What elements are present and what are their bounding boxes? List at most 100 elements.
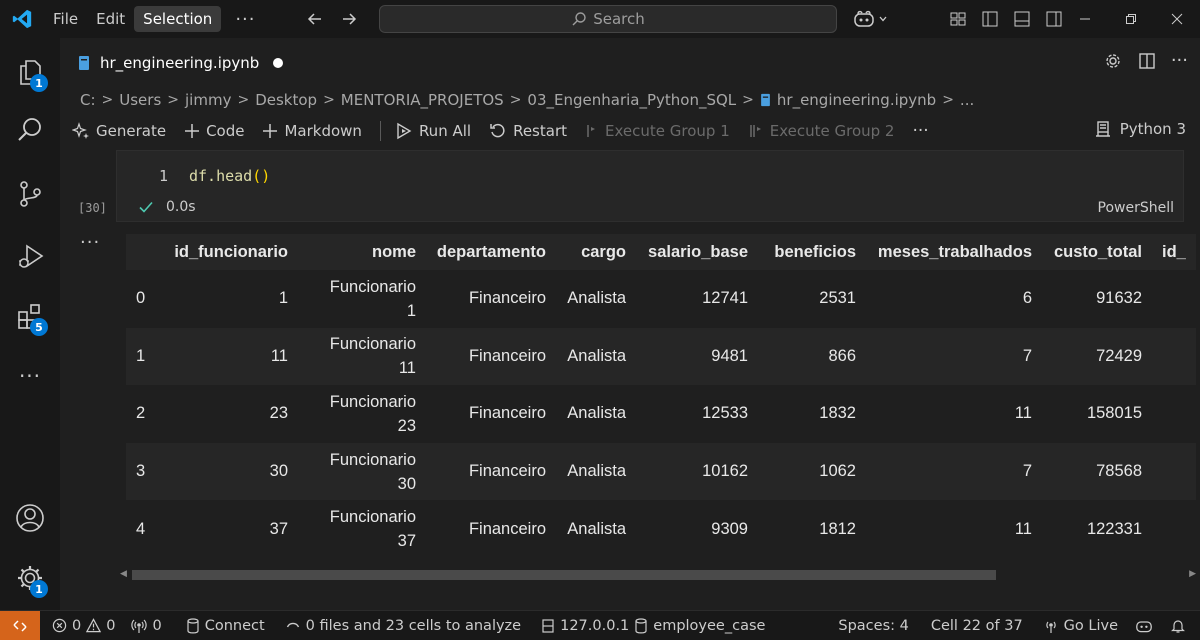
toolbar-more-icon[interactable]: ···: [912, 121, 928, 141]
table-cell: Analista: [556, 500, 636, 558]
more-views-icon[interactable]: ···: [10, 356, 50, 396]
manage-gear-icon[interactable]: 1: [10, 558, 50, 598]
analysis-status[interactable]: 0 files and 23 cells to analyze: [277, 618, 529, 634]
chevron-down-icon[interactable]: [878, 14, 888, 24]
explorer-icon[interactable]: 1: [10, 52, 50, 92]
more-actions-icon[interactable]: ···: [1171, 50, 1188, 71]
indentation-status[interactable]: Spaces: 4: [830, 618, 916, 634]
back-arrow-icon[interactable]: [305, 9, 325, 29]
database-connection-status[interactable]: 127.0.0.1 employee_case: [533, 618, 773, 634]
menu-file[interactable]: File: [44, 6, 87, 32]
forward-arrow-icon[interactable]: [339, 9, 359, 29]
extensions-icon[interactable]: 5: [10, 296, 50, 336]
toggle-secondary-sidebar-icon[interactable]: [1044, 9, 1064, 29]
toggle-primary-sidebar-icon[interactable]: [980, 9, 1000, 29]
cell-language-picker[interactable]: PowerShell: [1098, 200, 1174, 216]
restart-button[interactable]: Restart: [489, 122, 567, 140]
table-cell: Funcionario 37: [298, 500, 426, 558]
table-cell: 2531: [758, 270, 866, 328]
ports-status[interactable]: 0: [123, 618, 169, 634]
minimize-icon[interactable]: [1062, 0, 1108, 38]
command-search-box[interactable]: Search: [379, 5, 837, 33]
breadcrumb: C: > Users > jimmy > Desktop > MENTORIA_…: [80, 88, 974, 112]
add-markdown-cell-button[interactable]: Markdown: [262, 122, 362, 140]
scroll-left-icon[interactable]: ◀: [120, 569, 127, 579]
add-code-cell-button[interactable]: Code: [184, 122, 244, 140]
window-controls: [1062, 0, 1200, 38]
chevron-right-icon: >: [742, 92, 754, 108]
vscode-logo-icon[interactable]: [0, 0, 44, 38]
close-window-icon[interactable]: [1154, 0, 1200, 38]
tab-hr-engineering[interactable]: hr_engineering.ipynb: [60, 38, 290, 88]
table-cell: 23: [156, 385, 298, 443]
database-icon: [187, 617, 199, 633]
crumb-drive[interactable]: C:: [80, 91, 96, 109]
problems-status[interactable]: 0 0: [44, 618, 123, 634]
navigation-arrows: [305, 0, 359, 38]
run-all-label: Run All: [418, 122, 472, 140]
search-view-icon[interactable]: [10, 110, 50, 150]
table-cell: 866: [758, 327, 866, 386]
chevron-right-icon: >: [942, 92, 954, 108]
output-more-icon[interactable]: ···: [80, 232, 100, 253]
connect-status[interactable]: Connect: [178, 618, 273, 634]
plus-icon: [185, 124, 200, 138]
code-line[interactable]: df.head(): [189, 167, 270, 185]
error-count: 0: [72, 617, 82, 634]
table-cell: 11: [156, 327, 298, 386]
menu-edit[interactable]: Edit: [87, 6, 134, 32]
nome-text: Funcionario: [329, 508, 416, 527]
plus-icon: [263, 124, 278, 138]
explorer-badge: 1: [30, 74, 48, 92]
nome-text: Funcionario: [329, 392, 416, 411]
scroll-right-icon[interactable]: ▶: [1189, 569, 1196, 579]
search-icon: [572, 12, 586, 26]
gear-icon[interactable]: [1103, 51, 1123, 71]
output-horizontal-scrollbar[interactable]: ◀ ▶: [120, 568, 1196, 582]
sparkle-icon: [72, 122, 89, 139]
kernel-picker[interactable]: Python 3: [1094, 120, 1186, 138]
nome-text: Funcionario: [329, 450, 416, 469]
nome-text: Funcionario: [329, 277, 416, 296]
markdown-label: Markdown: [284, 122, 362, 140]
table-cell: 1812: [758, 500, 866, 558]
extensions-badge: 5: [30, 318, 48, 336]
source-control-icon[interactable]: [10, 174, 50, 214]
restore-icon[interactable]: [1108, 0, 1154, 38]
check-icon: [139, 201, 153, 213]
notifications-bell-icon[interactable]: [1162, 618, 1194, 634]
accounts-icon[interactable]: [10, 498, 50, 538]
execute-group-1-button[interactable]: Execute Group 1: [585, 122, 730, 140]
editor-tab-row: hr_engineering.ipynb ···: [60, 38, 1200, 88]
split-editor-icon[interactable]: [1137, 51, 1157, 71]
crumb-users[interactable]: Users: [119, 91, 161, 109]
go-live-button[interactable]: Go Live: [1035, 618, 1126, 634]
code-cell-editor[interactable]: 1 df.head(): [116, 150, 1184, 222]
menu-selection[interactable]: Selection: [134, 6, 222, 32]
run-all-button[interactable]: Run All: [395, 122, 471, 140]
toggle-panel-icon[interactable]: [1012, 9, 1032, 29]
crumb-symbols[interactable]: ...: [960, 91, 974, 109]
run-debug-icon[interactable]: [10, 236, 50, 276]
cell-position-status[interactable]: Cell 22 of 37: [923, 618, 1031, 634]
crumb-file[interactable]: hr_engineering.ipynb: [777, 91, 936, 109]
crumb-desktop[interactable]: Desktop: [255, 91, 317, 109]
output-dataframe: id_funcionario nome departamento cargo s…: [126, 234, 1200, 564]
remote-indicator-icon[interactable]: [0, 610, 40, 640]
copilot-status-icon[interactable]: [1126, 618, 1162, 634]
crumb-project[interactable]: 03_Engenharia_Python_SQL: [527, 91, 736, 109]
crumb-mentoria[interactable]: MENTORIA_PROJETOS: [341, 91, 504, 109]
customize-layout-icon[interactable]: [948, 9, 968, 29]
execution-status: 0.0s: [138, 199, 196, 215]
unsaved-dot-icon[interactable]: [273, 58, 284, 68]
execute-group-2-button[interactable]: Execute Group 2: [748, 122, 894, 140]
column-header: nome: [298, 234, 426, 270]
copilot-icon[interactable]: [852, 9, 888, 29]
crumb-user[interactable]: jimmy: [185, 91, 231, 109]
menu-more-icon[interactable]: ···: [227, 9, 263, 30]
table-cell: Financeiro: [426, 500, 556, 558]
go-live-label: Go Live: [1063, 618, 1118, 634]
scrollbar-thumb[interactable]: [132, 570, 996, 580]
generate-button[interactable]: Generate: [72, 122, 166, 140]
broadcast-icon: [131, 619, 148, 633]
